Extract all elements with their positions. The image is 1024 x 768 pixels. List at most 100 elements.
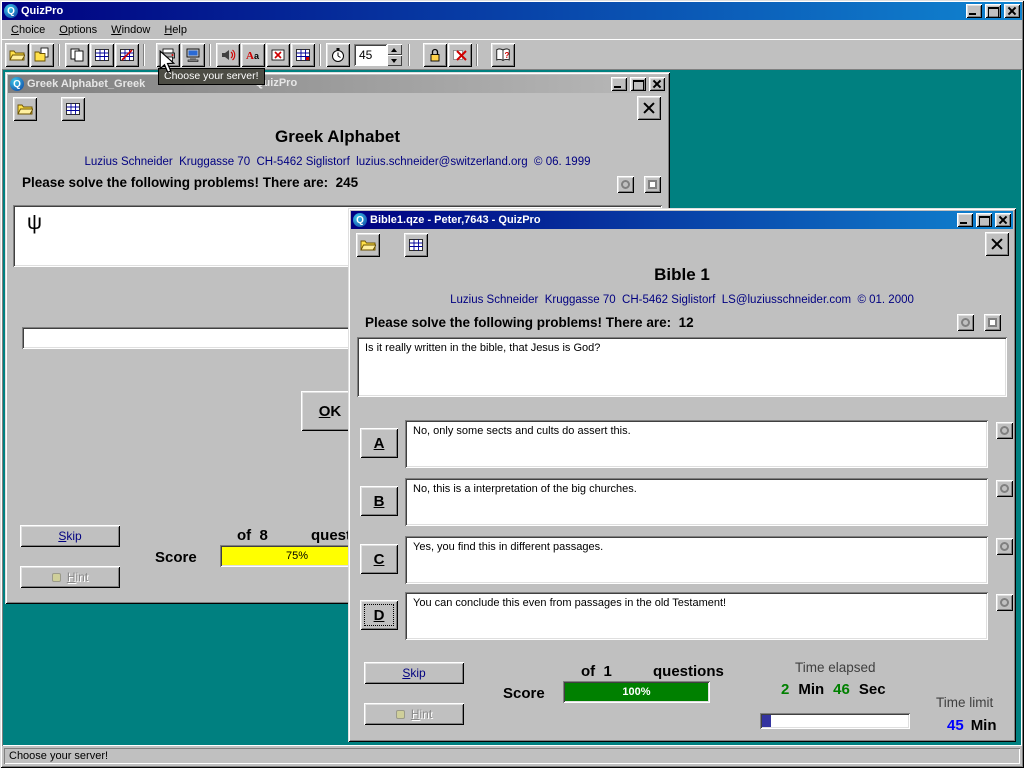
answer-d-button[interactable]: D: [360, 600, 398, 630]
greek-maximize-button[interactable]: [630, 77, 646, 91]
minimize-button[interactable]: [966, 4, 982, 18]
table-edit-icon: [119, 47, 135, 63]
help-button[interactable]: ?: [491, 43, 515, 67]
greek-of-label: of 8: [237, 527, 268, 544]
toolbar-separator: [319, 44, 323, 66]
time-progress-fill: [762, 715, 771, 727]
sound-button[interactable]: [216, 43, 240, 67]
greek-open-button[interactable]: [13, 97, 37, 121]
greek-heading: Greek Alphabet: [5, 127, 670, 147]
answer-d-text: You can conclude this even from passages…: [405, 592, 988, 640]
folder-page-icon: [34, 47, 50, 63]
status-bar: Choose your server!: [2, 746, 1022, 766]
circle-icon: [1000, 598, 1009, 607]
menu-choice[interactable]: Choice: [4, 22, 52, 38]
bible-heading: Bible 1: [348, 265, 1016, 285]
greek-skip-button[interactable]: Skip: [20, 525, 120, 547]
bible-titlebar[interactable]: Q Bible1.qze - Peter,7643 - QuizPro: [351, 211, 1013, 229]
speaker-icon: [220, 47, 236, 63]
close-button[interactable]: [1004, 4, 1020, 18]
hint-icon: [52, 573, 61, 582]
menu-window[interactable]: Window: [104, 22, 157, 38]
mdi-desktop: Q Greek Alphabet_Greek QuizPro Greek Alp…: [2, 69, 1022, 746]
greek-exit-button[interactable]: [637, 96, 661, 120]
quizpro-window-icon: Q: [10, 77, 24, 91]
delete-button[interactable]: [448, 43, 472, 67]
bible-skip-button[interactable]: Skip: [364, 662, 464, 684]
answer-b-sound-button[interactable]: [996, 480, 1013, 497]
greek-author-line: Luzius Schneider Kruggasse 70 CH-5462 Si…: [5, 156, 670, 168]
server-icon: [185, 47, 201, 63]
bible-question-box: Is it really written in the bible, that …: [357, 337, 1007, 397]
answer-c-sound-button[interactable]: [996, 538, 1013, 555]
menu-help[interactable]: Help: [157, 22, 194, 38]
fonts-button[interactable]: Aa: [241, 43, 265, 67]
maximize-button[interactable]: [985, 4, 1001, 18]
bible-open-button[interactable]: [356, 233, 380, 257]
bible-sound-mini-button[interactable]: [957, 314, 974, 331]
svg-text:a: a: [254, 51, 260, 61]
circle-icon: [961, 318, 970, 327]
main-titlebar[interactable]: Q QuizPro: [2, 2, 1022, 20]
greek-table-button[interactable]: [61, 97, 85, 121]
mouse-cursor: [157, 50, 179, 74]
choose-server-button[interactable]: [181, 43, 205, 67]
menu-options[interactable]: Options: [52, 22, 104, 38]
mark-table-button[interactable]: [291, 43, 315, 67]
greek-hint-button[interactable]: Hint: [20, 566, 120, 588]
svg-text:A: A: [246, 50, 254, 62]
quizpro-app-window: Q QuizPro Choice Options Window Help Aa …: [0, 0, 1024, 768]
greek-image-mini-button[interactable]: [644, 176, 661, 193]
time-limit-label: Time limit: [936, 695, 993, 710]
red-cross-card-icon: [270, 47, 286, 63]
lock-button[interactable]: [423, 43, 447, 67]
greek-window-title: Greek Alphabet_Greek: [27, 78, 145, 90]
time-limit-value: 45Min: [947, 717, 997, 734]
bible-exit-button[interactable]: [985, 232, 1009, 256]
toolbar-separator: [143, 44, 147, 66]
time-elapsed-label: Time elapsed: [795, 660, 876, 675]
status-message: Choose your server!: [4, 748, 1020, 764]
help-book-icon: ?: [495, 47, 511, 63]
bible-close-button[interactable]: [995, 213, 1011, 227]
new-quiz-button[interactable]: [30, 43, 54, 67]
answer-b-button[interactable]: B: [360, 486, 398, 516]
greek-instruction: Please solve the following problems! The…: [22, 175, 358, 190]
bible-table-button[interactable]: [404, 233, 428, 257]
answer-a-sound-button[interactable]: [996, 422, 1013, 439]
time-limit-spinner-value[interactable]: 45: [354, 44, 387, 66]
answer-b-text: No, this is a interpretation of the big …: [405, 478, 988, 526]
time-progress-bar: [760, 713, 910, 729]
answer-a-button[interactable]: A: [360, 428, 398, 458]
timer-button[interactable]: [326, 43, 350, 67]
bible-hint-button[interactable]: Hint: [364, 703, 464, 725]
greek-close-button[interactable]: [649, 77, 665, 91]
bible-score-label: Score: [503, 685, 545, 702]
greek-titlebar[interactable]: Q Greek Alphabet_Greek QuizPro: [8, 75, 667, 93]
bible-of-label: of 1: [581, 663, 612, 680]
spinner-down-button[interactable]: [387, 55, 402, 66]
bible-minimize-button[interactable]: [957, 213, 973, 227]
bible-questions-label: questions: [653, 663, 724, 680]
delete-question-button[interactable]: [266, 43, 290, 67]
app-title: QuizPro: [21, 5, 63, 17]
greek-minimize-button[interactable]: [611, 77, 627, 91]
copy-button[interactable]: [65, 43, 89, 67]
svg-text:?: ?: [505, 51, 510, 60]
spinner-up-button[interactable]: [387, 44, 402, 55]
edit-table-button[interactable]: [115, 43, 139, 67]
circle-icon: [621, 180, 630, 189]
table-icon: [65, 101, 81, 117]
answer-c-button[interactable]: C: [360, 544, 398, 574]
open-folder-icon: [17, 101, 33, 117]
answer-d-sound-button[interactable]: [996, 594, 1013, 611]
question-table-button[interactable]: [90, 43, 114, 67]
bible-image-mini-button[interactable]: [984, 314, 1001, 331]
circle-icon: [1000, 484, 1009, 493]
greek-sound-mini-button[interactable]: [617, 176, 634, 193]
time-limit-spinner[interactable]: 45: [354, 44, 402, 66]
open-quiz-button[interactable]: [5, 43, 29, 67]
circle-icon: [1000, 542, 1009, 551]
quizpro-app-icon: Q: [4, 4, 18, 18]
bible-maximize-button[interactable]: [976, 213, 992, 227]
